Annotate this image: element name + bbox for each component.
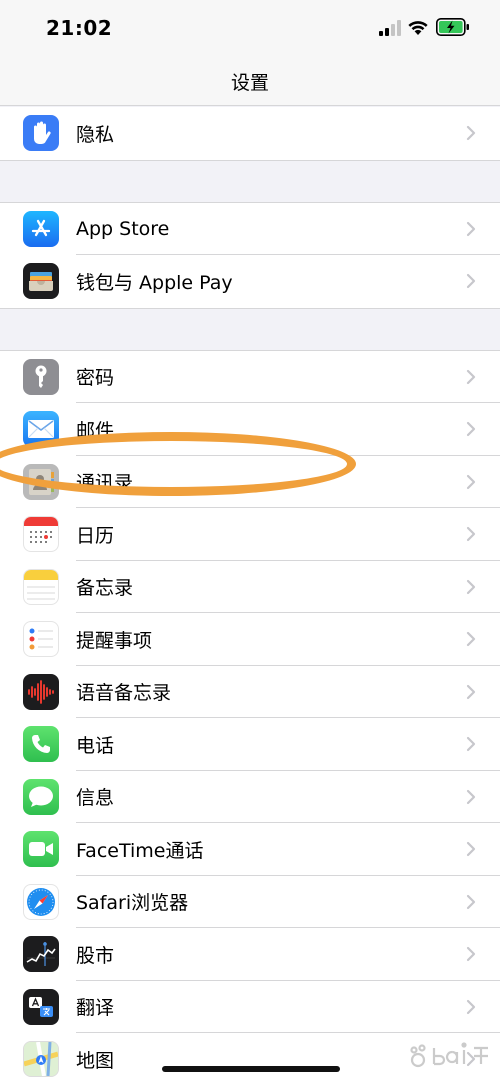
settings-group-privacy: 隐私: [0, 107, 500, 161]
chevron-right-icon: [466, 474, 476, 489]
chevron-right-icon: [466, 422, 476, 437]
settings-row-label: 隐私: [76, 123, 115, 146]
settings-row-wallet[interactable]: 钱包与 Apple Pay: [0, 255, 500, 308]
settings-row-calendar[interactable]: 日历: [0, 508, 500, 561]
baidu-jingyan-watermark-icon: [410, 1042, 488, 1068]
settings-row-label: 备忘录: [76, 577, 134, 600]
settings-row-label: 提醒事项: [76, 629, 153, 652]
maps-icon: [23, 1041, 59, 1078]
translate-icon: [23, 988, 59, 1025]
settings-group-store: App Store 钱包与 Apple Pay: [0, 201, 500, 309]
settings-row-contacts[interactable]: 通讯录: [0, 456, 500, 508]
settings-row-label: 电话: [76, 734, 115, 757]
settings-row-stocks[interactable]: 股市: [0, 928, 500, 981]
reminders-icon: [23, 621, 59, 658]
settings-row-label: 日历: [76, 524, 115, 547]
app-store-icon: [23, 210, 59, 247]
status-bar: 21:02: [0, 0, 500, 56]
settings-list[interactable]: 隐私 App Store 钱包与 Apple Pay 密码 邮件 通讯录 日历 …: [0, 107, 500, 1082]
settings-row-label: 密码: [76, 367, 115, 390]
settings-row-label: 信息: [76, 787, 115, 810]
chevron-right-icon: [466, 126, 476, 141]
battery-charging-icon: [436, 18, 469, 36]
calendar-icon: [23, 516, 59, 553]
settings-row-facetime[interactable]: FaceTime通话: [0, 823, 500, 876]
settings-row-label: FaceTime通话: [76, 839, 204, 862]
chevron-right-icon: [466, 789, 476, 804]
chevron-right-icon: [466, 527, 476, 542]
settings-row-app-store[interactable]: App Store: [0, 203, 500, 255]
settings-row-phone[interactable]: 电话: [0, 718, 500, 771]
home-indicator[interactable]: [162, 1066, 340, 1072]
messages-icon: [23, 778, 59, 815]
settings-row-reminders[interactable]: 提醒事项: [0, 613, 500, 666]
chevron-right-icon: [466, 369, 476, 384]
settings-row-translate[interactable]: 翻译: [0, 981, 500, 1033]
settings-row-mail[interactable]: 邮件: [0, 403, 500, 456]
settings-row-label: 邮件: [76, 419, 115, 442]
facetime-icon: [23, 831, 59, 868]
settings-row-label: 钱包与 Apple Pay: [76, 271, 233, 294]
chevron-right-icon: [466, 999, 476, 1014]
hand-privacy-icon: [23, 115, 59, 152]
settings-row-messages[interactable]: 信息: [0, 771, 500, 823]
settings-row-privacy[interactable]: 隐私: [0, 107, 500, 160]
page-title: 设置: [230, 72, 269, 94]
settings-row-label: 股市: [76, 944, 115, 967]
settings-row-safari[interactable]: Safari浏览器: [0, 876, 500, 928]
settings-row-voice-memos[interactable]: 语音备忘录: [0, 666, 500, 718]
chevron-right-icon: [466, 684, 476, 699]
chevron-right-icon: [466, 632, 476, 647]
chevron-right-icon: [466, 842, 476, 857]
wallet-icon: [23, 263, 59, 300]
navigation-bar: 设置: [0, 56, 500, 106]
voice-memos-icon: [23, 673, 59, 710]
chevron-right-icon: [466, 221, 476, 236]
settings-row-label: App Store: [76, 217, 170, 240]
settings-row-label: 通讯录: [76, 472, 134, 495]
settings-row-label: 地图: [76, 1049, 115, 1072]
mail-icon: [23, 411, 59, 448]
stocks-icon: [23, 936, 59, 973]
settings-row-label: 语音备忘录: [76, 682, 172, 705]
settings-row-passwords[interactable]: 密码: [0, 351, 500, 403]
wifi-icon: [408, 21, 428, 35]
chevron-right-icon: [466, 274, 476, 289]
phone-icon: [23, 726, 59, 763]
settings-row-label: Safari浏览器: [76, 892, 189, 915]
cellular-signal-icon: [379, 20, 401, 36]
chevron-right-icon: [466, 579, 476, 594]
chevron-right-icon: [466, 737, 476, 752]
settings-group-apps: 密码 邮件 通讯录 日历 备忘录 提醒事项 语音备忘录 电话 信息 FaceTi…: [0, 349, 500, 1082]
chevron-right-icon: [466, 947, 476, 962]
safari-compass-icon: [23, 883, 59, 920]
status-time: 21:02: [46, 16, 113, 40]
chevron-right-icon: [466, 894, 476, 909]
settings-row-notes[interactable]: 备忘录: [0, 561, 500, 613]
key-icon: [23, 358, 59, 395]
notes-icon: [23, 568, 59, 605]
settings-row-label: 翻译: [76, 997, 115, 1020]
contacts-icon: [23, 463, 59, 500]
